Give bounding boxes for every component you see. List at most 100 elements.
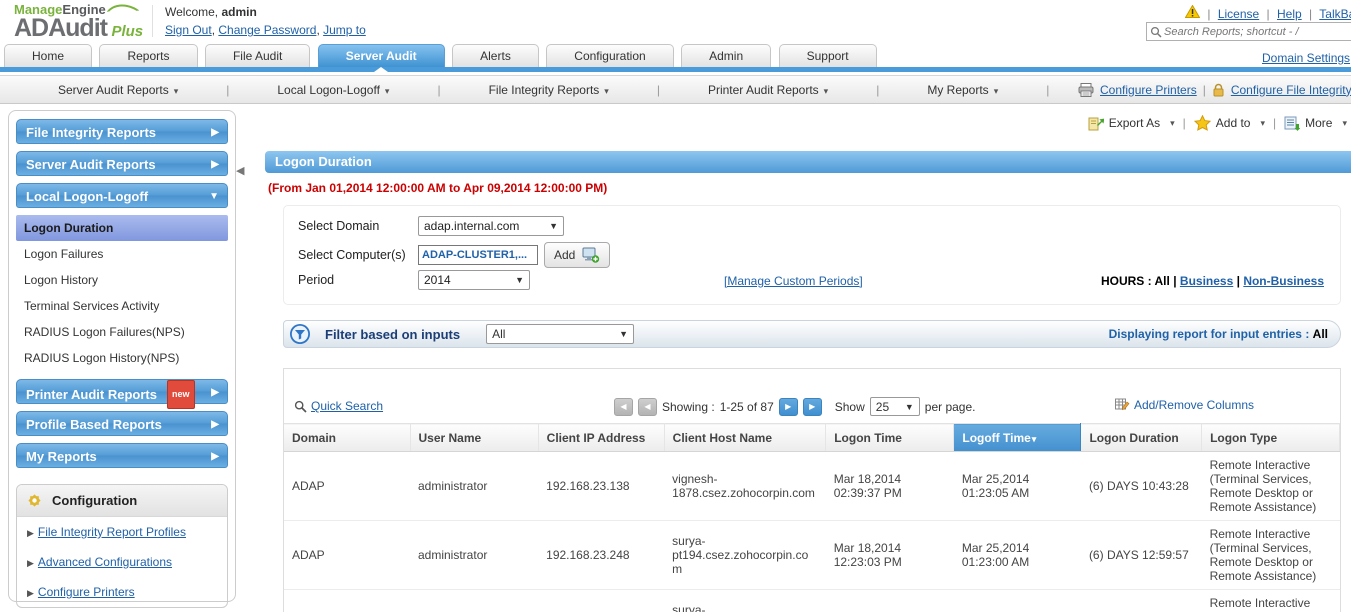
subnav-file-integrity-reports[interactable]: File Integrity Reports xyxy=(489,83,609,97)
pagination: Showing : 1-25 of 87 Show 25 per page. xyxy=(614,397,976,416)
add-to-button[interactable]: Add to xyxy=(1193,114,1265,131)
sidebar-item-radius-logon-failures[interactable]: RADIUS Logon Failures(NPS) xyxy=(16,319,228,345)
configuration-panel: Configuration File Integrity Report Prof… xyxy=(16,484,228,608)
accordion-label: Server Audit Reports xyxy=(26,157,156,172)
cell-logon-duration: (6) DAYS 10:43:28 xyxy=(1080,451,1202,521)
subnav-my-reports[interactable]: My Reports xyxy=(927,83,998,97)
period-select[interactable]: 2014 xyxy=(418,270,530,290)
jump-to-link[interactable]: Jump to xyxy=(323,23,366,37)
file-integrity-report-profiles-link[interactable]: File Integrity Report Profiles xyxy=(38,525,186,539)
configure-printers-link[interactable]: Configure Printers xyxy=(1100,83,1197,97)
next-page-button[interactable] xyxy=(778,397,798,416)
add-remove-columns-label: Add/Remove Columns xyxy=(1133,398,1254,412)
warning-icon[interactable] xyxy=(1184,4,1201,18)
sidebar-accordion-server-audit-reports[interactable]: Server Audit Reports xyxy=(16,151,228,176)
table-row[interactable]: ADAP administrator 192.168.23.248 surya-… xyxy=(284,589,1340,612)
report-search-box[interactable] xyxy=(1146,22,1351,41)
cell-client-host: surya-pt194.csez.zohocorpin.com xyxy=(664,589,826,612)
separator xyxy=(1203,83,1206,97)
last-page-button[interactable] xyxy=(802,397,822,416)
table-row[interactable]: ADAP administrator 192.168.23.248 surya-… xyxy=(284,520,1340,590)
column-header-user-name[interactable]: User Name xyxy=(410,423,539,452)
column-header-client-host[interactable]: Client Host Name xyxy=(664,423,827,452)
hours-non-business-link[interactable]: Non-Business xyxy=(1243,274,1324,288)
help-link[interactable]: Help xyxy=(1277,7,1302,21)
table-row[interactable]: ADAP administrator 192.168.23.138 vignes… xyxy=(284,451,1340,521)
chevron-down-icon xyxy=(619,329,628,339)
sidebar-collapse-handle[interactable] xyxy=(236,150,247,190)
sidebar-item-logon-history[interactable]: Logon History xyxy=(16,267,228,293)
cell-client-ip: 192.168.23.248 xyxy=(538,589,665,612)
configure-printers-sidebar-link[interactable]: Configure Printers xyxy=(38,585,135,599)
add-button-label: Add xyxy=(554,248,576,262)
column-header-logon-time[interactable]: Logon Time xyxy=(825,423,955,452)
tab-home[interactable]: Home xyxy=(4,44,93,67)
column-header-logon-type[interactable]: Logon Type xyxy=(1201,423,1340,452)
subnav-server-audit-reports[interactable]: Server Audit Reports xyxy=(58,83,178,97)
page-size-select[interactable]: 25 xyxy=(869,397,920,416)
tab-alerts[interactable]: Alerts xyxy=(452,44,539,67)
manage-custom-periods-link[interactable]: [Manage Custom Periods] xyxy=(724,274,863,288)
sidebar: File Integrity Reports Server Audit Repo… xyxy=(8,110,236,608)
chevron-right-icon xyxy=(211,380,219,405)
sidebar-accordion-local-logon-logoff[interactable]: Local Logon-Logoff xyxy=(16,183,228,208)
advanced-configurations-link[interactable]: Advanced Configurations xyxy=(38,555,172,569)
sign-out-link[interactable]: Sign Out xyxy=(165,23,212,37)
sidebar-accordion-my-reports[interactable]: My Reports xyxy=(16,443,228,468)
cell-logoff-time: Mar 25,2014 01:23:05 AM xyxy=(953,451,1081,521)
license-link[interactable]: License xyxy=(1218,7,1259,21)
prev-page-button[interactable] xyxy=(638,397,657,416)
cell-client-ip: 192.168.23.248 xyxy=(538,520,665,590)
tab-admin[interactable]: Admin xyxy=(681,44,772,67)
domain-settings-link[interactable]: Domain Settings xyxy=(1262,51,1350,65)
chevron-down-icon xyxy=(549,221,558,231)
tab-support[interactable]: Support xyxy=(778,44,877,67)
printer-icon xyxy=(1078,82,1094,97)
first-page-button[interactable] xyxy=(614,397,633,416)
showing-label: Showing : xyxy=(662,399,715,414)
more-button[interactable]: More xyxy=(1284,116,1347,131)
add-computer-button[interactable]: Add xyxy=(544,242,611,268)
computers-input[interactable] xyxy=(418,245,538,265)
username: admin xyxy=(221,5,257,19)
accordion-label: Printer Audit Reports xyxy=(26,387,157,402)
cell-user-name: administrator xyxy=(410,589,539,612)
subnav-local-logon-logoff[interactable]: Local Logon-Logoff xyxy=(277,83,389,97)
cell-user-name: administrator xyxy=(410,520,539,590)
hours-all-option[interactable]: All xyxy=(1155,274,1170,288)
search-input[interactable] xyxy=(1162,24,1346,39)
sidebar-accordion-profile-based-reports[interactable]: Profile Based Reports xyxy=(16,411,228,436)
tab-server-audit[interactable]: Server Audit xyxy=(317,44,445,72)
add-remove-columns-button[interactable]: Add/Remove Columns xyxy=(1114,398,1254,412)
subnav-printer-audit-reports[interactable]: Printer Audit Reports xyxy=(708,83,828,97)
sidebar-accordion-file-integrity-reports[interactable]: File Integrity Reports xyxy=(16,119,228,144)
period-select-value: 2014 xyxy=(424,273,451,287)
column-header-logon-duration[interactable]: Logon Duration xyxy=(1080,423,1203,452)
tab-reports[interactable]: Reports xyxy=(99,44,198,67)
sidebar-item-logon-duration[interactable]: Logon Duration xyxy=(16,215,228,241)
sidebar-accordion-printer-audit-reports[interactable]: Printer Audit Reports new xyxy=(16,379,228,409)
column-header-domain[interactable]: Domain xyxy=(284,423,411,452)
table-header-row: Domain User Name Client IP Address Clien… xyxy=(284,423,1340,452)
sidebar-item-logon-failures[interactable]: Logon Failures xyxy=(16,241,228,267)
bullet-arrow-icon xyxy=(27,558,34,569)
tab-file-audit[interactable]: File Audit xyxy=(204,44,311,67)
filter-select[interactable]: All xyxy=(486,324,635,344)
sidebar-item-terminal-services-activity[interactable]: Terminal Services Activity xyxy=(16,293,228,319)
report-table-panel: Quick Search Showing : 1-25 of 87 Show 2… xyxy=(283,368,1341,612)
domain-select[interactable]: adap.internal.com xyxy=(418,216,564,236)
configure-file-integrity-link[interactable]: Configure File Integrity xyxy=(1231,83,1351,97)
cell-logon-time: Mar 18,2014 12:23:03 PM xyxy=(825,520,954,590)
configuration-header: Configuration xyxy=(17,485,227,517)
export-as-button[interactable]: Export As xyxy=(1088,116,1175,131)
sidebar-item-radius-logon-history[interactable]: RADIUS Logon History(NPS) xyxy=(16,345,228,371)
change-password-link[interactable]: Change Password xyxy=(218,23,316,37)
column-header-logoff-time[interactable]: Logoff Time xyxy=(953,423,1082,452)
hours-business-link[interactable]: Business xyxy=(1180,274,1233,288)
tab-configuration[interactable]: Configuration xyxy=(546,44,674,67)
quick-search-button[interactable]: Quick Search xyxy=(294,399,383,413)
cell-domain: ADAP xyxy=(284,520,410,590)
separator xyxy=(1267,7,1270,21)
column-header-client-ip[interactable]: Client IP Address xyxy=(538,423,665,452)
talkback-link[interactable]: TalkBack xyxy=(1319,7,1351,21)
